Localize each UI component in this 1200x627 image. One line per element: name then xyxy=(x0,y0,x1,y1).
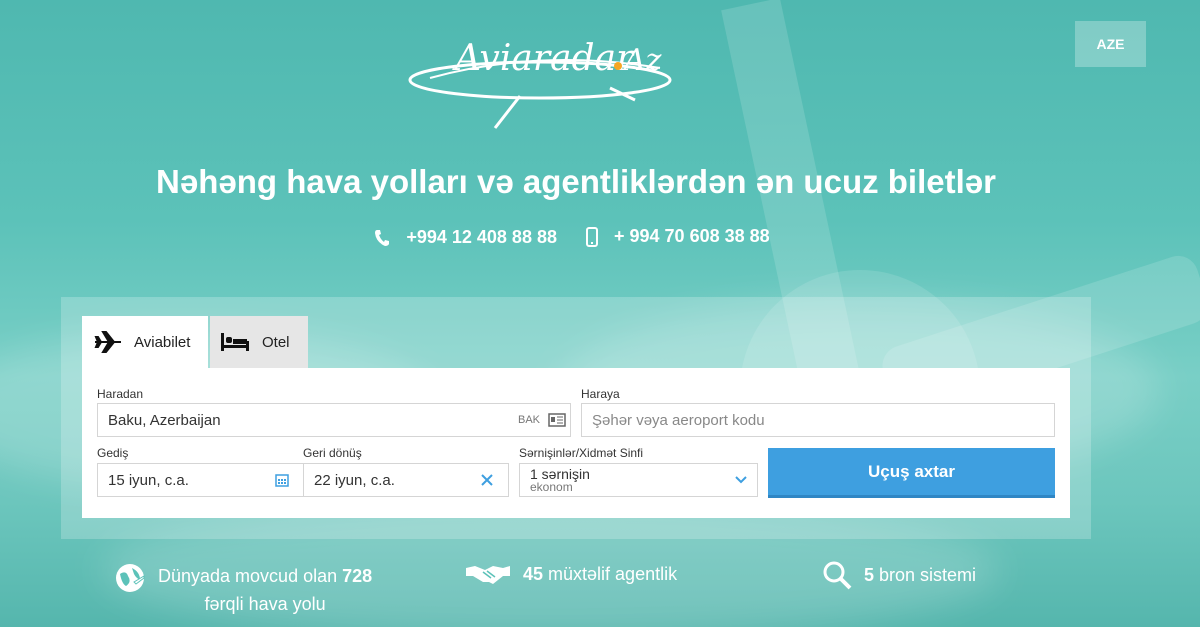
feature-booking-text: bron sistemi xyxy=(874,564,977,585)
to-label: Haraya xyxy=(581,387,620,401)
from-input[interactable]: Baku, Azerbaijan BAK xyxy=(97,403,571,437)
landline-phone[interactable]: +994 12 408 88 88 xyxy=(374,227,565,248)
passengers-value: 1 sərnişin xyxy=(530,466,590,482)
passengers-label: Sərnişinlər/Xidmət Sinfi xyxy=(519,446,644,460)
return-date-input[interactable]: 22 iyun, c.a. xyxy=(303,463,509,497)
feature-agencies: 45 müxtəlif agentlik xyxy=(465,562,677,586)
feature-agencies-count: 45 xyxy=(523,563,544,584)
feature-airlines: Dünyada movcud olan 728 fərqli hava yolu xyxy=(114,562,372,618)
bed-icon xyxy=(221,333,249,351)
search-flights-button[interactable]: Uçuş axtar xyxy=(768,448,1055,498)
depart-date-value: 15 iyun, c.a. xyxy=(108,471,189,489)
feature-booking-count: 5 xyxy=(864,564,875,585)
svg-text:Aviaradar: Aviaradar xyxy=(452,38,635,79)
airplane-icon xyxy=(94,331,121,353)
aviaradar-logo[interactable]: Aviaradar Az xyxy=(400,18,680,138)
to-input[interactable]: Şəhər vəya aeroport kodu xyxy=(581,403,1055,437)
search-icon xyxy=(823,561,852,590)
phone-numbers: +994 12 408 88 88 + 994 70 608 38 88 xyxy=(0,226,1152,252)
from-value: Baku, Azerbaijan xyxy=(108,411,221,429)
landline-number: +994 12 408 88 88 xyxy=(406,227,557,247)
globe-plane-icon xyxy=(116,564,145,592)
from-label: Haradan xyxy=(97,387,144,401)
passengers-select[interactable]: 1 sərnişin ekonom xyxy=(519,463,758,497)
clear-icon[interactable] xyxy=(480,473,494,487)
hero-title: Nəhəng hava yolları və agentliklərdən ən… xyxy=(156,163,996,200)
tab-aviabilet[interactable]: Aviabilet xyxy=(82,316,208,368)
mobile-icon xyxy=(586,226,598,247)
depart-date-input[interactable]: 15 iyun, c.a. xyxy=(97,463,304,497)
feature-agencies-text: müxtəlif agentlik xyxy=(543,563,678,584)
handshake-icon xyxy=(466,566,510,584)
return-label: Geri dönüş xyxy=(303,446,362,460)
tab-aviabilet-label: Aviabilet xyxy=(134,333,191,351)
feature-airlines-pre: Dünyada movcud olan xyxy=(158,566,343,586)
phone-icon xyxy=(375,229,390,246)
feature-airlines-post: fərqli hava yolu xyxy=(204,594,326,614)
language-button[interactable]: AZE xyxy=(1075,21,1146,67)
tab-otel[interactable]: Otel xyxy=(210,316,308,368)
svg-text:Az: Az xyxy=(621,43,662,78)
feature-booking-systems: 5 bron sistemi xyxy=(822,560,976,590)
return-date-value: 22 iyun, c.a. xyxy=(314,471,395,489)
class-value: ekonom xyxy=(530,480,573,494)
feature-airlines-count: 728 xyxy=(342,566,373,586)
tab-otel-label: Otel xyxy=(262,333,290,351)
mobile-phone[interactable]: + 994 70 608 38 88 xyxy=(586,226,778,247)
airport-list-icon[interactable] xyxy=(548,413,566,427)
calendar-icon[interactable] xyxy=(275,473,289,487)
to-placeholder: Şəhər vəya aeroport kodu xyxy=(592,411,765,429)
depart-label: Gediş xyxy=(97,446,129,460)
mobile-number: + 994 70 608 38 88 xyxy=(614,226,770,246)
from-code: BAK xyxy=(517,414,540,426)
chevron-down-icon xyxy=(735,476,747,484)
